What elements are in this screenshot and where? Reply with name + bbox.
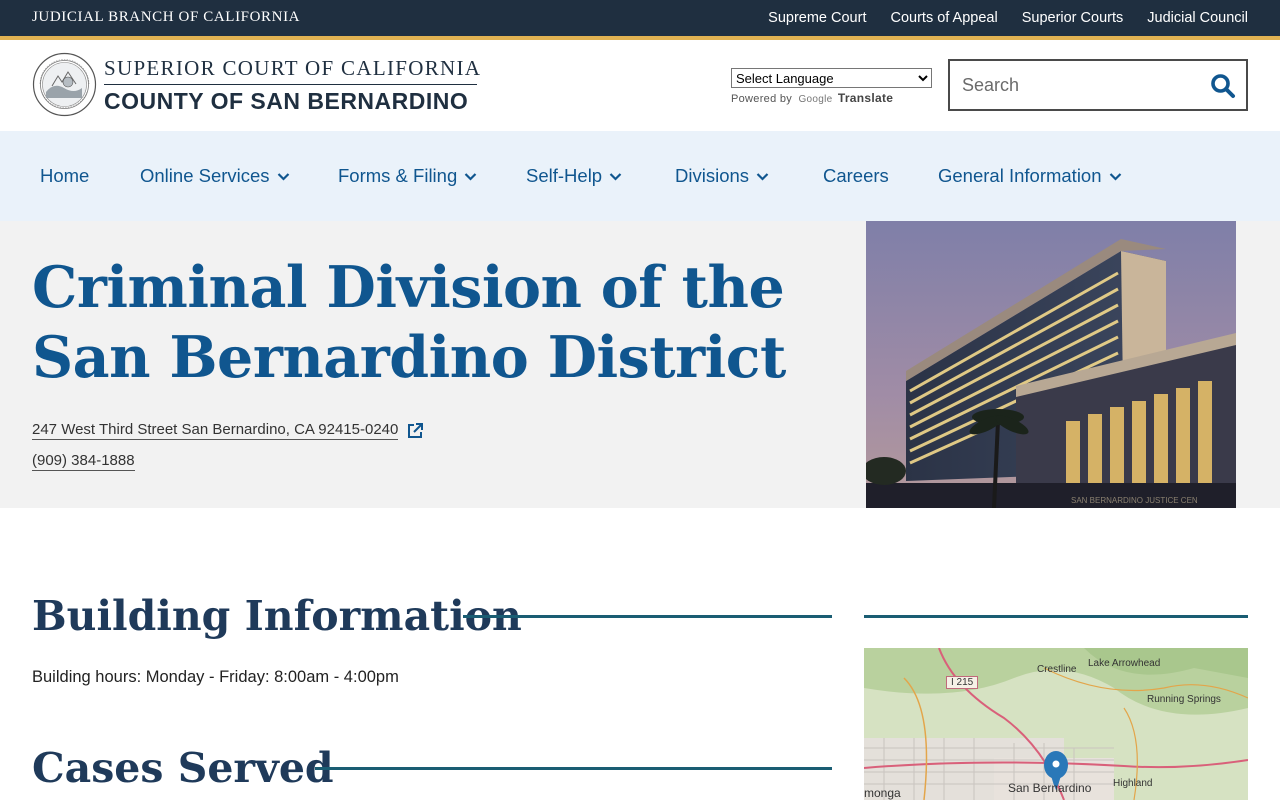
cases-served-heading: Cases Served xyxy=(32,744,334,792)
search-input[interactable] xyxy=(962,73,1202,97)
sidebar-rule xyxy=(864,615,1248,618)
court-name-line1[interactable]: SUPERIOR COURT OF CALIFORNIA xyxy=(104,56,481,81)
map-label-highland: Highland xyxy=(1113,778,1153,789)
nav-self-help[interactable]: Self-Help xyxy=(526,165,622,187)
court-name-divider xyxy=(104,84,477,85)
google-translate-widget: Select Language Powered by Google Transl… xyxy=(731,68,932,105)
link-judicial-council[interactable]: Judicial Council xyxy=(1147,10,1248,26)
link-supreme-court[interactable]: Supreme Court xyxy=(768,10,866,26)
chevron-down-icon xyxy=(464,172,477,181)
address-text: 247 West Third Street San Bernardino, CA… xyxy=(32,421,399,440)
heading-rule xyxy=(463,615,832,618)
chevron-down-icon xyxy=(609,172,622,181)
location-map[interactable]: Crestline Lake Arrowhead Running Springs… xyxy=(864,648,1248,800)
chevron-down-icon xyxy=(756,172,769,181)
powered-by-google: Powered by Google Translate xyxy=(731,91,894,105)
nav-forms-filing[interactable]: Forms & Filing xyxy=(338,165,477,187)
heading-rule xyxy=(315,767,832,770)
nav-home[interactable]: Home xyxy=(40,165,89,187)
courthouse-photo: SAN BERNARDINO JUSTICE CEN xyxy=(866,221,1236,508)
map-label-san-bernardino: San Bernardino xyxy=(1008,781,1092,795)
court-name-line2[interactable]: COUNTY OF SAN BERNARDINO xyxy=(104,88,468,115)
nav-divisions[interactable]: Divisions xyxy=(675,165,769,187)
external-link-icon xyxy=(408,422,424,438)
phone-link[interactable]: (909) 384-1888 xyxy=(32,452,135,471)
main-navigation: Home Online Services Forms & Filing Self… xyxy=(0,131,1280,221)
language-select[interactable]: Select Language xyxy=(731,68,932,88)
link-superior-courts[interactable]: Superior Courts xyxy=(1022,10,1124,26)
google-logo: Google xyxy=(798,94,833,105)
map-label-crestline: Crestline xyxy=(1037,664,1077,675)
nav-online-services[interactable]: Online Services xyxy=(140,165,290,187)
top-utility-bar: JUDICIAL BRANCH OF CALIFORNIA Supreme Co… xyxy=(0,0,1280,36)
map-label-lake-arrowhead: Lake Arrowhead xyxy=(1088,658,1161,669)
link-courts-of-appeal[interactable]: Courts of Appeal xyxy=(890,10,997,26)
judicial-branch-brand[interactable]: JUDICIAL BRANCH OF CALIFORNIA xyxy=(32,9,300,26)
nav-general-information[interactable]: General Information xyxy=(938,165,1122,187)
site-header: SUPERIOR COURT OF CALIFORNIA COUNTY OF S… xyxy=(0,40,1280,131)
nav-careers[interactable]: Careers xyxy=(823,165,889,187)
court-seal-logo[interactable] xyxy=(32,52,97,117)
translate-link[interactable]: Translate xyxy=(838,91,893,105)
chevron-down-icon xyxy=(1109,172,1121,181)
photo-caption: SAN BERNARDINO JUSTICE CEN xyxy=(1071,496,1198,505)
page-title: Criminal Division of the San Bernardino … xyxy=(32,254,786,391)
chevron-down-icon xyxy=(277,172,289,181)
address-link[interactable]: 247 West Third Street San Bernardino, CA… xyxy=(32,421,424,440)
judicial-links: Supreme Court Courts of Appeal Superior … xyxy=(768,0,1248,36)
map-highway-shield: I 215 xyxy=(946,676,979,689)
map-label-monga: monga xyxy=(864,786,901,800)
search-box xyxy=(948,59,1248,111)
map-label-running-springs: Running Springs xyxy=(1147,694,1221,705)
hero-banner: Criminal Division of the San Bernardino … xyxy=(0,221,1280,508)
building-hours: Building hours: Monday - Friday: 8:00am … xyxy=(32,668,399,686)
search-icon[interactable] xyxy=(1208,71,1238,101)
building-information-heading: Building Information xyxy=(32,592,522,640)
